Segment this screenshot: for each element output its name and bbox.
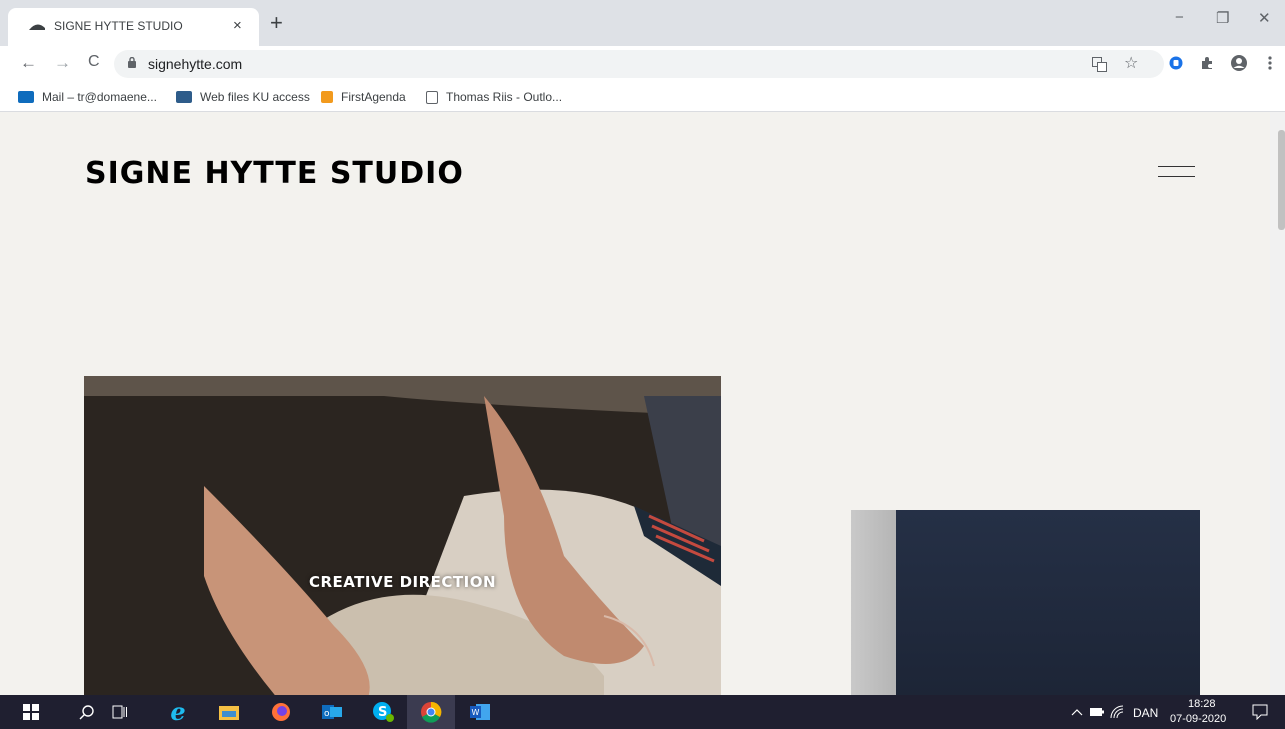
- star-icon[interactable]: ☆: [1124, 53, 1138, 73]
- browser-toolbar: ← → C signehytte.com ☆: [0, 46, 1285, 82]
- bookmark-label: Web files KU access: [200, 90, 310, 104]
- profile-icon[interactable]: [1230, 54, 1248, 72]
- url-text: signehytte.com: [148, 56, 243, 72]
- bookmark-label: FirstAgenda: [341, 90, 406, 104]
- scrollbar-thumb[interactable]: [1278, 130, 1285, 230]
- site-title[interactable]: SIGNE HYTTE STUDIO: [85, 156, 464, 191]
- skype-icon[interactable]: S: [370, 700, 396, 724]
- bookmark-mail[interactable]: Mail – tr@domaene...: [18, 88, 157, 106]
- bookmarks-bar: Mail – tr@domaene... Web files KU access…: [0, 82, 1285, 112]
- svg-text:o: o: [324, 709, 330, 719]
- firefox-icon[interactable]: [268, 700, 294, 724]
- notification-icon[interactable]: [1252, 704, 1268, 720]
- language-indicator[interactable]: DAN: [1133, 706, 1158, 720]
- forward-button[interactable]: →: [54, 53, 71, 73]
- clock-date[interactable]: 07-09-2020: [1170, 713, 1226, 725]
- image-stripe: [851, 510, 896, 695]
- word-icon[interactable]: W: [467, 700, 493, 724]
- bookmark-label: Thomas Riis - Outlo...: [446, 90, 563, 104]
- internet-explorer-icon[interactable]: e: [165, 700, 191, 724]
- outlook-icon[interactable]: o: [319, 700, 345, 724]
- bookmark-label: Mail – tr@domaene...: [42, 90, 157, 104]
- outlook-icon: [18, 91, 34, 103]
- minimize-button[interactable]: −: [1175, 9, 1184, 26]
- tab-close-icon[interactable]: ×: [233, 17, 242, 34]
- hero-caption: CREATIVE DIRECTION: [308, 573, 497, 591]
- site-favicon-icon: [29, 24, 45, 30]
- extension-icon[interactable]: [1169, 56, 1183, 70]
- hamburger-menu-icon[interactable]: [1158, 162, 1195, 182]
- new-tab-button[interactable]: +: [270, 12, 283, 34]
- tab-strip: SIGNE HYTTE STUDIO × + − ❐ ✕: [0, 0, 1285, 46]
- lock-icon: [128, 57, 136, 68]
- wifi-icon[interactable]: [1110, 705, 1124, 719]
- clock-time[interactable]: 18:28: [1188, 698, 1216, 710]
- address-bar[interactable]: signehytte.com ☆: [114, 50, 1164, 78]
- bookmark-web-files[interactable]: Web files KU access: [176, 88, 310, 106]
- browser-tab[interactable]: SIGNE HYTTE STUDIO ×: [8, 8, 259, 46]
- project-image[interactable]: [851, 510, 1200, 695]
- file-explorer-icon[interactable]: [216, 700, 242, 724]
- search-icon[interactable]: [74, 700, 100, 724]
- bookmark-thomas-riis[interactable]: Thomas Riis - Outlo...: [426, 88, 562, 106]
- reload-button[interactable]: C: [88, 53, 100, 71]
- creative-direction-image[interactable]: CREATIVE DIRECTION: [84, 376, 721, 695]
- puzzle-icon[interactable]: [1200, 56, 1214, 70]
- battery-icon[interactable]: [1090, 707, 1104, 717]
- chrome-icon[interactable]: [407, 695, 455, 729]
- menu-icon[interactable]: [1268, 56, 1272, 70]
- translate-icon[interactable]: [1092, 57, 1107, 72]
- back-button[interactable]: ←: [20, 53, 37, 73]
- close-window-button[interactable]: ✕: [1258, 9, 1271, 27]
- windows-start-icon[interactable]: [18, 700, 44, 724]
- windows-taskbar: e o S W DAN 18:28 07-09-2020: [0, 695, 1285, 729]
- web-files-icon: [176, 91, 192, 103]
- svg-text:S: S: [378, 705, 387, 720]
- tab-title: SIGNE HYTTE STUDIO: [54, 19, 183, 33]
- hands-fabric-illustration: [84, 376, 721, 695]
- chevron-up-icon[interactable]: [1071, 707, 1083, 717]
- bookmark-firstagenda[interactable]: FirstAgenda: [321, 88, 406, 106]
- firstagenda-icon: [321, 91, 333, 103]
- web-page: SIGNE HYTTE STUDIO CREATIVE DIRECTION: [0, 112, 1285, 695]
- task-view-icon[interactable]: [107, 700, 133, 724]
- svg-text:W: W: [472, 708, 480, 717]
- restore-button[interactable]: ❐: [1216, 9, 1229, 27]
- document-icon: [426, 90, 438, 104]
